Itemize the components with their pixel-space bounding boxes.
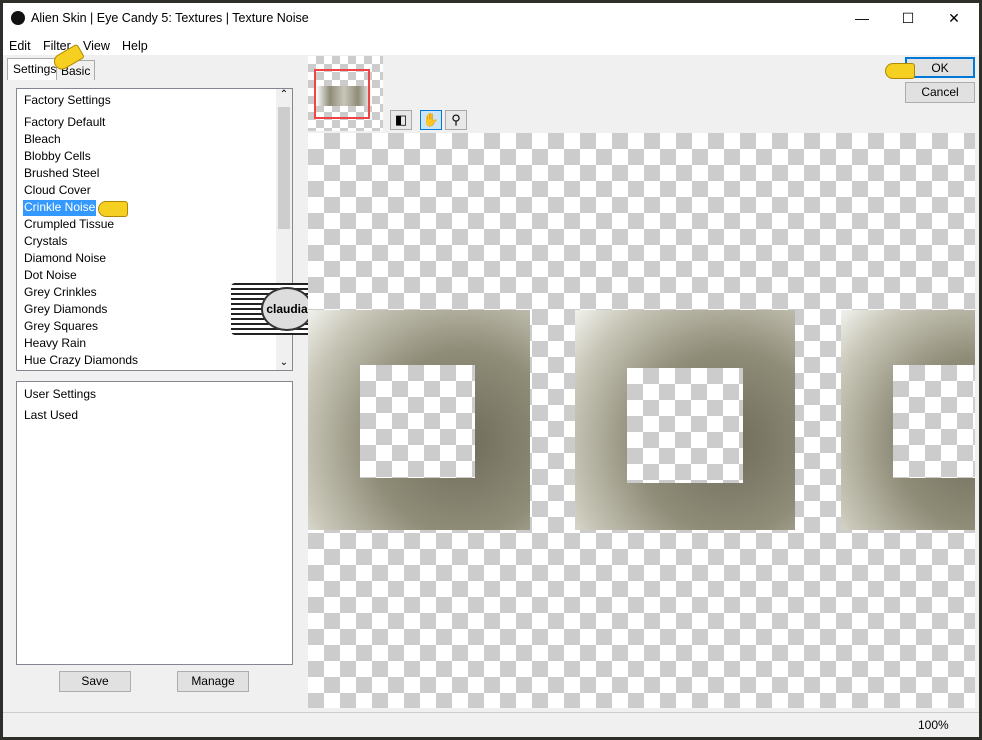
list-item[interactable]: Heavy Rain — [23, 336, 87, 352]
minimize-button[interactable]: — — [839, 3, 885, 35]
list-item[interactable]: Diamond Noise — [23, 251, 107, 267]
tab-settings[interactable]: Settings — [7, 58, 57, 80]
pointer-hand-icon — [98, 201, 128, 217]
close-button[interactable]: ✕ — [931, 3, 977, 35]
menu-help[interactable]: Help — [122, 39, 148, 53]
list-item[interactable]: Last Used — [23, 408, 79, 424]
cancel-button[interactable]: Cancel — [905, 82, 975, 103]
navigator-thumbnail[interactable] — [308, 56, 383, 131]
eye-candy-window: Alien Skin | Eye Candy 5: Textures | Tex… — [3, 3, 979, 737]
user-settings-header: User Settings — [24, 387, 97, 401]
menu-bar: Edit Filter View Help — [3, 35, 979, 55]
scroll-down-icon[interactable]: ⌄ — [276, 357, 292, 368]
preview-toggle-icon[interactable]: ◧ — [390, 110, 412, 130]
list-item[interactable]: Grey Crinkles — [23, 285, 98, 301]
list-item[interactable]: Brushed Steel — [23, 166, 100, 182]
list-item[interactable]: Hue Crazy Diamonds — [23, 353, 139, 369]
status-bar: 100% — [3, 712, 979, 734]
user-settings-list[interactable]: User Settings Last Used — [16, 381, 293, 665]
hand-icon[interactable]: ✋ — [420, 110, 442, 130]
zoom-level: 100% — [918, 718, 949, 732]
menu-view[interactable]: View — [83, 39, 110, 53]
list-item[interactable]: Crystals — [23, 234, 68, 250]
list-item[interactable]: Factory Default — [23, 115, 106, 131]
window-title: Alien Skin | Eye Candy 5: Textures | Tex… — [31, 11, 309, 25]
menu-edit[interactable]: Edit — [9, 39, 31, 53]
list-item[interactable]: Crumpled Tissue — [23, 217, 115, 233]
list-item[interactable]: Grey Squares — [23, 319, 99, 335]
factory-settings-header: Factory Settings — [24, 93, 111, 107]
list-item[interactable]: Crinkle Noise — [23, 200, 97, 216]
pointer-hand-icon — [885, 63, 915, 79]
maximize-button[interactable]: ☐ — [885, 3, 931, 35]
app-icon — [11, 11, 25, 25]
list-item[interactable]: Grey Diamonds — [23, 302, 108, 318]
scroll-thumb[interactable] — [278, 107, 290, 229]
list-item[interactable]: Cloud Cover — [23, 183, 92, 199]
zoom-icon[interactable]: ⚲ — [445, 110, 467, 130]
view-rectangle[interactable] — [314, 69, 370, 119]
title-bar: Alien Skin | Eye Candy 5: Textures | Tex… — [3, 3, 979, 35]
list-item[interactable]: Bleach — [23, 132, 62, 148]
list-item[interactable]: Blobby Cells — [23, 149, 92, 165]
save-button[interactable]: Save — [59, 671, 131, 692]
manage-button[interactable]: Manage — [177, 671, 249, 692]
ok-button[interactable]: OK — [905, 57, 975, 78]
preview-canvas[interactable] — [308, 133, 975, 708]
list-item[interactable]: Dot Noise — [23, 268, 78, 284]
scroll-up-icon[interactable]: ⌃ — [276, 89, 292, 100]
